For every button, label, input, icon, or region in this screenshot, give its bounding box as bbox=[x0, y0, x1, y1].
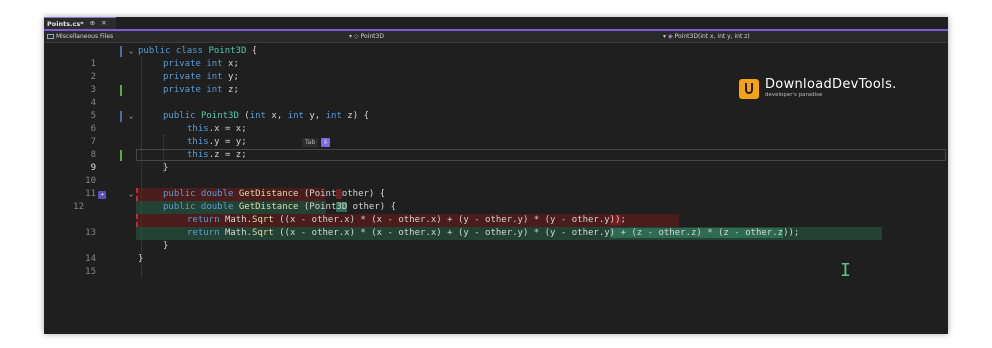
code-line[interactable]: 14 } bbox=[44, 240, 948, 264]
arrow-right-icon[interactable]: ➔ bbox=[98, 191, 106, 199]
change-marker bbox=[120, 46, 122, 57]
watermark-title: DownloadDevTools. bbox=[765, 77, 897, 92]
code-line-deleted[interactable]: 13 return Math.Sqrt ((x - other.x) * (x … bbox=[44, 214, 948, 238]
code-line[interactable]: 6 ⌄ public Point3D (int x, int y, int z)… bbox=[44, 110, 948, 134]
code-line[interactable]: 9 this.z = z; bbox=[44, 149, 948, 173]
accept-suggestion-icon[interactable]: ⇩ bbox=[321, 137, 331, 147]
project-dropdown[interactable]: Miscellaneous Files bbox=[47, 31, 113, 42]
code-line[interactable]: 10 } bbox=[44, 162, 948, 186]
text-cursor-icon: I bbox=[840, 260, 851, 281]
code-text: public Point3D (int x, int y, int z) { bbox=[163, 111, 369, 121]
watermark-subtitle: developer's paradise bbox=[765, 92, 823, 98]
watermark: DownloadDevTools. developer's paradise bbox=[739, 78, 897, 99]
code-text: this.x = x; bbox=[187, 124, 247, 134]
code-line-added[interactable]: return Math.Sqrt ((x - other.x) * (x - o… bbox=[44, 227, 948, 240]
code-text: return Math.Sqrt ((x - other.x) * (x - o… bbox=[187, 215, 626, 225]
ide-window: Points.cs* ⊕ ✕ Miscellaneous Files ▾ ◇ P… bbox=[44, 17, 948, 334]
type-label: Point3D bbox=[360, 33, 384, 40]
code-text: private int y; bbox=[163, 72, 239, 82]
close-icon[interactable]: ✕ bbox=[101, 20, 106, 27]
code-text: public double GetDistance (Point other) … bbox=[163, 189, 386, 199]
chevron-down-icon: ▾ bbox=[663, 33, 667, 40]
code-text: } bbox=[163, 163, 169, 173]
code-editor[interactable]: 1 ⌄ public class Point3D { 2 private int… bbox=[44, 43, 948, 334]
change-marker bbox=[120, 150, 122, 161]
change-marker bbox=[120, 111, 122, 122]
code-text: public double GetDistance (Point3D other… bbox=[163, 202, 397, 212]
type-dropdown[interactable]: ▾ ◇ Point3D bbox=[349, 31, 384, 42]
method-icon: ◈ bbox=[668, 33, 673, 40]
code-line[interactable]: 15 } bbox=[44, 253, 948, 277]
navigation-bar: Miscellaneous Files ▾ ◇ Point3D ▾ ◈ Poin… bbox=[44, 31, 948, 43]
chevron-down-icon: ▾ bbox=[349, 33, 353, 40]
intellicode-tab-hint: Tab bbox=[302, 137, 319, 147]
code-line[interactable]: 7 this.x = x; bbox=[44, 123, 948, 147]
code-line[interactable]: 2 private int x; bbox=[44, 58, 948, 82]
code-line-deleted[interactable]: 12 ➔ ⌄ public double GetDistance (Point … bbox=[44, 188, 948, 212]
line-number: 15 bbox=[85, 267, 96, 277]
tab-points-cs[interactable]: Points.cs* ⊕ ✕ bbox=[44, 17, 116, 29]
change-marker bbox=[120, 85, 122, 96]
code-line-added[interactable]: public double GetDistance (Point3D other… bbox=[44, 201, 948, 214]
intellicode-suggestion[interactable]: Tab ⇩ bbox=[302, 137, 331, 147]
code-text: private int z; bbox=[163, 85, 239, 95]
code-text: } bbox=[163, 241, 169, 251]
project-label: Miscellaneous Files bbox=[56, 33, 114, 40]
watermark-text: DownloadDevTools. developer's paradise bbox=[765, 78, 897, 99]
tab-strip: Points.cs* ⊕ ✕ bbox=[44, 17, 948, 29]
project-icon bbox=[47, 34, 54, 39]
code-text: private int x; bbox=[163, 59, 239, 69]
code-text: public class Point3D { bbox=[138, 46, 258, 56]
member-label: Point3D(int x, int y, int z) bbox=[674, 33, 750, 40]
member-dropdown[interactable]: ▾ ◈ Point3D(int x, int y, int z) bbox=[663, 31, 750, 42]
code-text: this.z = z; bbox=[187, 150, 247, 160]
code-text: } bbox=[138, 254, 144, 264]
chevron-down-icon[interactable]: ⌄ bbox=[129, 188, 133, 201]
class-icon: ◇ bbox=[354, 33, 359, 40]
chevron-down-icon[interactable]: ⌄ bbox=[129, 110, 133, 123]
tab-label: Points.cs* bbox=[47, 19, 84, 28]
pin-icon[interactable]: ⊕ bbox=[90, 20, 95, 27]
code-text: return Math.Sqrt ((x - other.x) * (x - o… bbox=[187, 228, 800, 238]
code-line[interactable]: 8 this.y = y; Tab ⇩ bbox=[44, 136, 948, 160]
code-line[interactable]: 11 bbox=[44, 175, 948, 199]
chevron-down-icon[interactable]: ⌄ bbox=[129, 45, 133, 58]
code-text: this.y = y; bbox=[187, 137, 247, 147]
downloaddevtools-logo-icon bbox=[739, 78, 759, 99]
code-line[interactable]: 1 ⌄ public class Point3D { bbox=[44, 45, 948, 69]
